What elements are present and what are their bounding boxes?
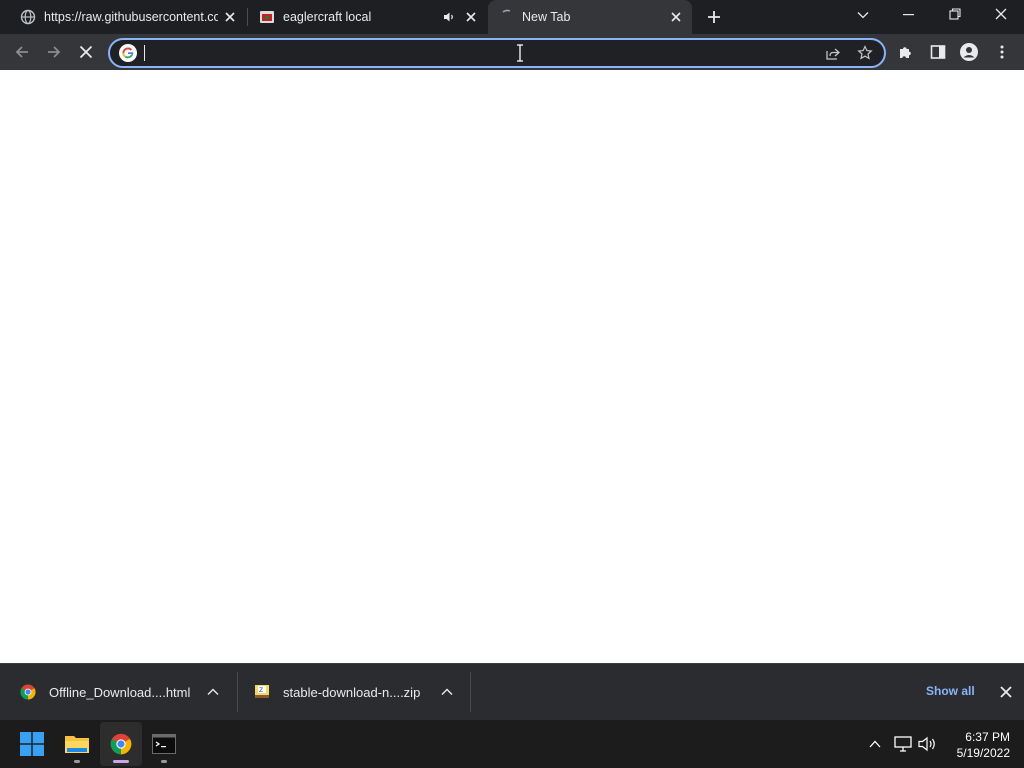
terminal-icon[interactable] <box>152 732 176 756</box>
download-separator <box>470 672 471 712</box>
tab-eaglercraft-local[interactable]: eaglercraft local <box>248 0 486 34</box>
tab-strip: https://raw.githubusercontent.com eagler… <box>0 0 1024 34</box>
zip-file-icon: Z <box>254 684 270 700</box>
google-g-icon <box>119 44 137 62</box>
clock-time: 6:37 PM <box>965 730 1010 744</box>
chrome-icon <box>20 684 36 700</box>
tab-title: https://raw.githubusercontent.com <box>44 10 218 24</box>
i-beam-cursor-icon <box>516 43 524 63</box>
close-window-icon[interactable] <box>990 4 1012 24</box>
address-bar[interactable] <box>108 38 886 68</box>
loading-icon <box>500 9 516 25</box>
chevron-up-icon[interactable] <box>440 685 454 699</box>
download-filename: stable-download-n....zip <box>283 685 421 700</box>
more-menu-icon[interactable] <box>992 42 1012 62</box>
stop-loading-icon[interactable] <box>76 42 96 62</box>
running-indicator <box>161 760 167 763</box>
profile-avatar-icon[interactable] <box>959 42 979 62</box>
forward-arrow-icon[interactable] <box>44 42 64 62</box>
audio-playing-icon[interactable] <box>442 10 456 24</box>
chevron-up-icon[interactable] <box>206 685 220 699</box>
browser-toolbar <box>0 34 1024 70</box>
network-icon[interactable] <box>894 735 912 753</box>
close-tab-icon[interactable] <box>224 11 236 23</box>
tab-new-tab[interactable]: New Tab <box>488 0 692 34</box>
side-panel-icon[interactable] <box>928 42 948 62</box>
share-icon[interactable] <box>824 44 842 62</box>
svg-text:Z: Z <box>259 687 263 694</box>
windows-taskbar: 6:37 PM 5/19/2022 <box>0 720 1024 768</box>
close-shelf-icon[interactable] <box>998 684 1014 700</box>
tab-title: eaglercraft local <box>283 10 372 24</box>
download-item[interactable]: Offline_Download....html <box>0 664 237 720</box>
active-indicator <box>113 760 129 763</box>
restore-window-icon[interactable] <box>944 4 966 24</box>
back-arrow-icon[interactable] <box>12 42 32 62</box>
extensions-puzzle-icon[interactable] <box>896 42 916 62</box>
volume-icon[interactable] <box>918 735 938 753</box>
tab-search-chevron-down-icon[interactable] <box>852 6 874 24</box>
show-hidden-icons-chevron-up-icon[interactable] <box>867 736 883 752</box>
file-explorer-icon[interactable] <box>64 732 90 756</box>
minimize-window-icon[interactable] <box>898 6 920 24</box>
tab-raw-githubusercontent[interactable]: https://raw.githubusercontent.com <box>10 0 246 34</box>
download-filename: Offline_Download....html <box>49 685 191 700</box>
show-all-downloads-link[interactable]: Show all <box>926 684 975 698</box>
close-tab-icon[interactable] <box>670 11 682 23</box>
download-shelf: Offline_Download....html Z stable-downlo… <box>0 663 1024 720</box>
clock-date: 5/19/2022 <box>956 746 1010 760</box>
globe-icon <box>20 9 36 25</box>
bookmark-star-icon[interactable] <box>856 44 874 62</box>
system-clock[interactable]: 6:37 PM 5/19/2022 <box>946 729 1010 761</box>
text-cursor <box>144 45 145 61</box>
close-tab-icon[interactable] <box>465 11 477 23</box>
running-indicator <box>74 760 80 763</box>
download-item[interactable]: Z stable-download-n....zip <box>238 664 470 720</box>
new-tab-plus-icon[interactable] <box>704 7 724 27</box>
tab-title: New Tab <box>522 10 571 24</box>
page-content <box>0 70 1024 663</box>
chrome-taskbar-icon[interactable] <box>109 732 133 756</box>
windows-start-icon[interactable] <box>20 732 44 756</box>
eaglercraft-favicon <box>259 9 275 25</box>
